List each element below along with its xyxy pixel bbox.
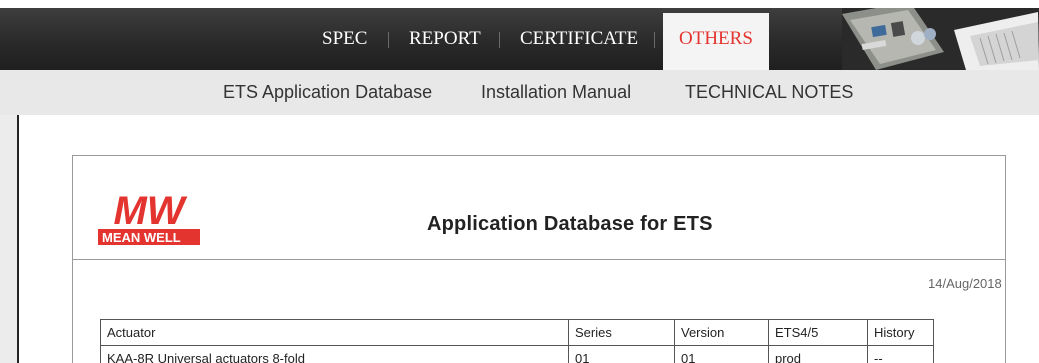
table-row: KAA-8R Universal actuators 8-fold 01 01 …	[100, 345, 934, 363]
left-divider	[17, 115, 19, 363]
tab-report[interactable]: REPORT	[409, 8, 481, 70]
document-preview: MW MEAN WELL Application Database for ET…	[72, 155, 1006, 363]
column-header-history: History	[867, 319, 934, 346]
application-table: Actuator Series Version ETS4/5 History K…	[100, 319, 934, 363]
subnav-ets-application-database[interactable]: ETS Application Database	[223, 70, 432, 115]
tab-others[interactable]: OTHERS	[663, 13, 769, 70]
column-header-ets: ETS4/5	[768, 319, 868, 346]
subnav-installation-manual[interactable]: Installation Manual	[481, 70, 631, 115]
logo-name: MEAN WELL	[102, 230, 181, 245]
tab-certificate[interactable]: CERTIFICATE	[520, 8, 638, 70]
table-cell: 01	[568, 345, 675, 363]
subnav-technical-notes[interactable]: TECHNICAL NOTES	[685, 70, 853, 115]
column-header-actuator: Actuator	[100, 319, 569, 346]
document-date: 14/Aug/2018	[928, 276, 1002, 291]
left-margin	[0, 115, 17, 363]
sub-navigation-bar: ETS Application Database Installation Ma…	[0, 70, 1039, 115]
table-cell: --	[867, 345, 934, 363]
column-header-version: Version	[674, 319, 769, 346]
logo-mark: MW	[113, 189, 187, 233]
mean-well-logo: MW MEAN WELL	[98, 186, 200, 245]
table-cell: 01	[674, 345, 769, 363]
table-header-row: Actuator Series Version ETS4/5 History	[100, 319, 934, 346]
document-title: Application Database for ETS	[427, 213, 713, 235]
column-header-series: Series	[568, 319, 675, 346]
tab-separator	[654, 32, 655, 48]
document-header: MW MEAN WELL Application Database for ET…	[73, 156, 1005, 260]
tab-separator	[499, 32, 500, 48]
tab-separator	[388, 32, 389, 48]
tab-spec[interactable]: SPEC	[322, 8, 367, 70]
power-supply-product-image	[842, 8, 1039, 70]
table-cell: KAA-8R Universal actuators 8-fold	[100, 345, 569, 363]
top-navigation-bar: SPEC REPORT CERTIFICATE OTHERS	[0, 8, 1039, 70]
table-cell: prod	[768, 345, 868, 363]
